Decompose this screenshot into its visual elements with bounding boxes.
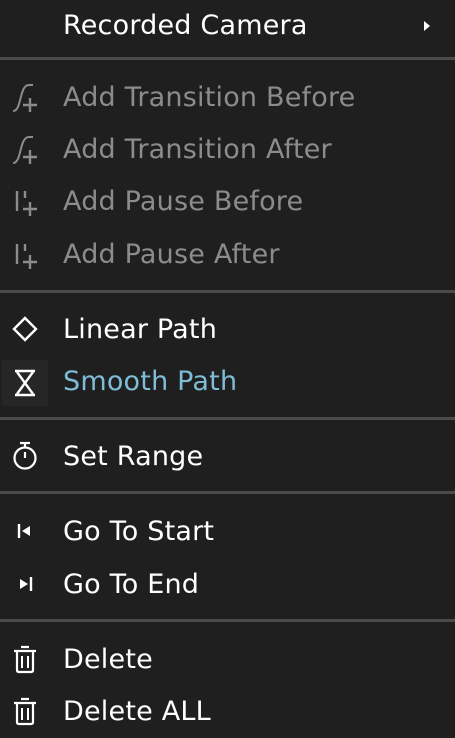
transition-add-icon <box>8 132 42 166</box>
menu-item-add-transition-before[interactable]: Add Transition Before <box>0 74 455 120</box>
menu-item-label: Delete <box>63 644 153 675</box>
context-menu: Recorded Camera Add Transition Before Ad… <box>0 0 455 738</box>
trash-icon <box>8 694 42 728</box>
submenu-arrow-icon <box>424 21 430 31</box>
menu-item-label: Linear Path <box>63 314 218 345</box>
menu-item-go-to-end[interactable]: Go To End <box>0 561 455 607</box>
menu-item-label: Add Transition After <box>63 134 332 165</box>
menu-item-label: Set Range <box>63 441 204 472</box>
pause-add-icon <box>8 184 42 218</box>
menu-separator <box>0 290 455 293</box>
menu-item-label: Smooth Path <box>63 366 238 397</box>
go-to-start-icon <box>8 514 42 548</box>
menu-separator <box>0 491 455 494</box>
trash-icon <box>8 642 42 676</box>
menu-item-label: Go To Start <box>63 516 215 547</box>
menu-item-add-transition-after[interactable]: Add Transition After <box>0 126 455 172</box>
menu-separator <box>0 57 455 60</box>
menu-item-delete[interactable]: Delete <box>0 636 455 682</box>
menu-item-label: Add Transition Before <box>63 82 356 113</box>
menu-item-set-range[interactable]: Set Range <box>0 433 455 479</box>
menu-item-go-to-start[interactable]: Go To Start <box>0 508 455 554</box>
transition-add-icon <box>8 80 42 114</box>
menu-separator <box>0 417 455 420</box>
menu-item-delete-all[interactable]: Delete ALL <box>0 688 455 734</box>
menu-item-label: Recorded Camera <box>63 10 308 41</box>
hourglass-icon <box>2 360 48 406</box>
go-to-end-icon <box>8 567 42 601</box>
menu-item-smooth-path[interactable]: Smooth Path <box>0 358 455 406</box>
menu-item-label: Delete ALL <box>63 696 211 727</box>
menu-item-add-pause-before[interactable]: Add Pause Before <box>0 178 455 224</box>
diamond-icon <box>8 312 42 346</box>
menu-item-recorded-camera[interactable]: Recorded Camera <box>0 2 455 48</box>
stopwatch-icon <box>8 439 42 473</box>
menu-item-linear-path[interactable]: Linear Path <box>0 306 455 352</box>
pause-add-icon <box>8 237 42 271</box>
menu-item-label: Add Pause After <box>63 239 280 270</box>
menu-separator <box>0 619 455 622</box>
menu-item-label: Add Pause Before <box>63 186 304 217</box>
menu-item-add-pause-after[interactable]: Add Pause After <box>0 231 455 277</box>
menu-item-label: Go To End <box>63 569 200 600</box>
